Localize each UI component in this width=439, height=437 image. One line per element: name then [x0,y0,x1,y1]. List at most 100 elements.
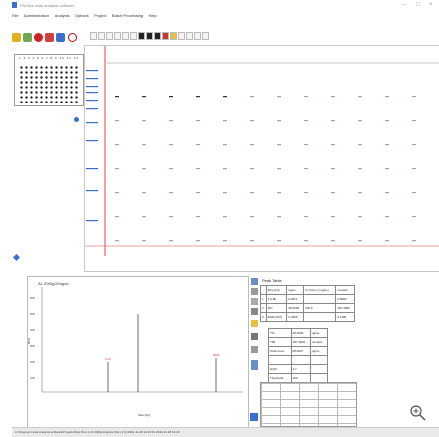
y-tick-label: 100 [30,376,35,380]
arrow-right-icon[interactable] [250,413,258,421]
table-row[interactable]: 3 6000 (UM) 0.2660 0.1105 [260,312,355,322]
electropherogram-panel[interactable]: A1 20Mg/20ng/uL RFU Size (bp) 600 500 400 3… [27,276,249,428]
color-black-icon[interactable] [138,32,145,40]
gel-band [250,216,254,218]
gel-band [196,240,200,242]
y-tick-label: 400 [30,328,35,332]
peak-label: 6000 [213,353,220,357]
gel-band [169,96,173,98]
zoom-tool-icon[interactable] [251,278,258,285]
move-tool-icon[interactable] [251,308,258,315]
gel-band [142,216,146,218]
plate-info-icon[interactable] [74,117,79,122]
color-black-icon[interactable] [154,32,161,40]
menu-analysis[interactable]: Analysis [55,13,70,18]
gel-band [385,120,389,122]
maximize-button[interactable]: □ [416,2,420,8]
copy-tool-icon[interactable] [251,298,258,305]
app-icon [12,2,17,8]
cell: 297 [265,303,288,313]
export-icon[interactable] [56,33,65,42]
gel-band [385,96,389,98]
cell: 0.6983 [335,294,355,304]
header-cell: % (Conc.) (ng/uL) [303,285,337,295]
gel-band [277,240,281,242]
gel-band [115,96,119,98]
cancel-icon[interactable] [68,33,77,42]
gel-band [358,216,362,218]
gel-band [304,240,308,242]
color-red-icon[interactable] [162,32,169,40]
save-icon[interactable] [23,33,32,42]
cell: 187.3000 [290,337,311,347]
open-folder-icon[interactable] [12,33,21,42]
settings-tool-icon[interactable] [251,333,258,340]
ladder-band [86,190,98,192]
gel-band [331,240,335,242]
menu-options[interactable]: Options [75,13,89,18]
view-tool-icon[interactable] [98,32,105,40]
gel-view[interactable] [84,45,439,272]
view-tool-icon[interactable] [90,32,97,40]
menu-project[interactable]: Project [94,13,106,18]
title-bar: ProSize data analysis software – □ × [10,0,439,11]
gel-band [412,120,416,122]
table-row: TIM 187.3000 nmole/L [268,337,329,347]
color-black-icon[interactable] [146,32,153,40]
gel-band [412,144,416,146]
table-row: TIC 28.0000 ng/uL [268,328,329,338]
view-tool-icon[interactable] [122,32,129,40]
gel-band [250,168,254,170]
view-tool-icon[interactable] [194,32,201,40]
menu-file[interactable]: File [12,13,18,18]
cell: nmole/L [309,337,329,347]
menu-administration[interactable]: Administration [24,13,49,18]
plate-column-header: 1 2 3 4 5 6 7 8 9 10 11 12 [19,56,79,60]
table-row[interactable]: 1 1 (LM) 0.2071 0.6983 [260,294,355,304]
view-tool-icon[interactable] [186,32,193,40]
zoom-in-icon[interactable] [410,405,426,421]
view-tool-icon[interactable] [202,32,209,40]
cell: 0.2071 [286,294,305,304]
gel-band [385,216,389,218]
summary-table: TIC 28.0000 ng/uL TIM 187.3000 nmole/L Total… [268,328,329,383]
window-tool-icon[interactable] [251,360,258,370]
table-row[interactable]: 2 297 28.2000 100.0 187.3000 [260,303,355,313]
y-tick-label: 500 [30,312,35,316]
plate-wells[interactable] [19,65,79,103]
y-tick-label: 300 [30,344,35,348]
gel-band [277,96,281,98]
status-text: C:\Fragment data analysis software\Proje… [15,430,180,434]
gel-band [331,192,335,194]
peak-table-panel: Peak Table Size (bp) ng/uL % (Conc.) (ng… [260,278,357,427]
gel-band [331,144,335,146]
gel-band [277,144,281,146]
gel-band [304,120,308,122]
gel-band [115,120,119,122]
pin-icon[interactable] [12,253,21,262]
minimize-button[interactable]: – [403,2,406,8]
plate-map[interactable]: 1 2 3 4 5 6 7 8 9 10 11 12 [14,54,84,106]
color-yellow-icon[interactable] [170,32,177,40]
stop-icon[interactable] [34,33,43,42]
report-icon[interactable] [45,33,54,42]
ladder-bands [86,70,98,222]
view-tool-icon[interactable] [114,32,121,40]
menu-help[interactable]: Help [148,13,156,18]
cell: 28.2000 [286,303,305,313]
view-tool-icon[interactable] [130,32,137,40]
gel-band [169,216,173,218]
close-button[interactable]: × [429,2,433,8]
cell: 0.2660 [286,312,305,322]
electropherogram-plot[interactable]: 600 500 400 300 200 100 1 bp 6000 [28,277,248,427]
view-tool-icon[interactable] [178,32,185,40]
ladder-band [86,86,98,88]
print-tool-icon[interactable] [251,288,258,295]
view-tool-icon[interactable] [106,32,113,40]
highlight-tool-icon[interactable] [251,320,258,327]
side-tools [250,278,259,421]
cell [290,355,311,365]
gel-lanes[interactable] [85,46,439,271]
filter-tool-icon[interactable] [251,346,258,353]
menu-batch-processing[interactable]: Batch Processing [112,13,143,18]
